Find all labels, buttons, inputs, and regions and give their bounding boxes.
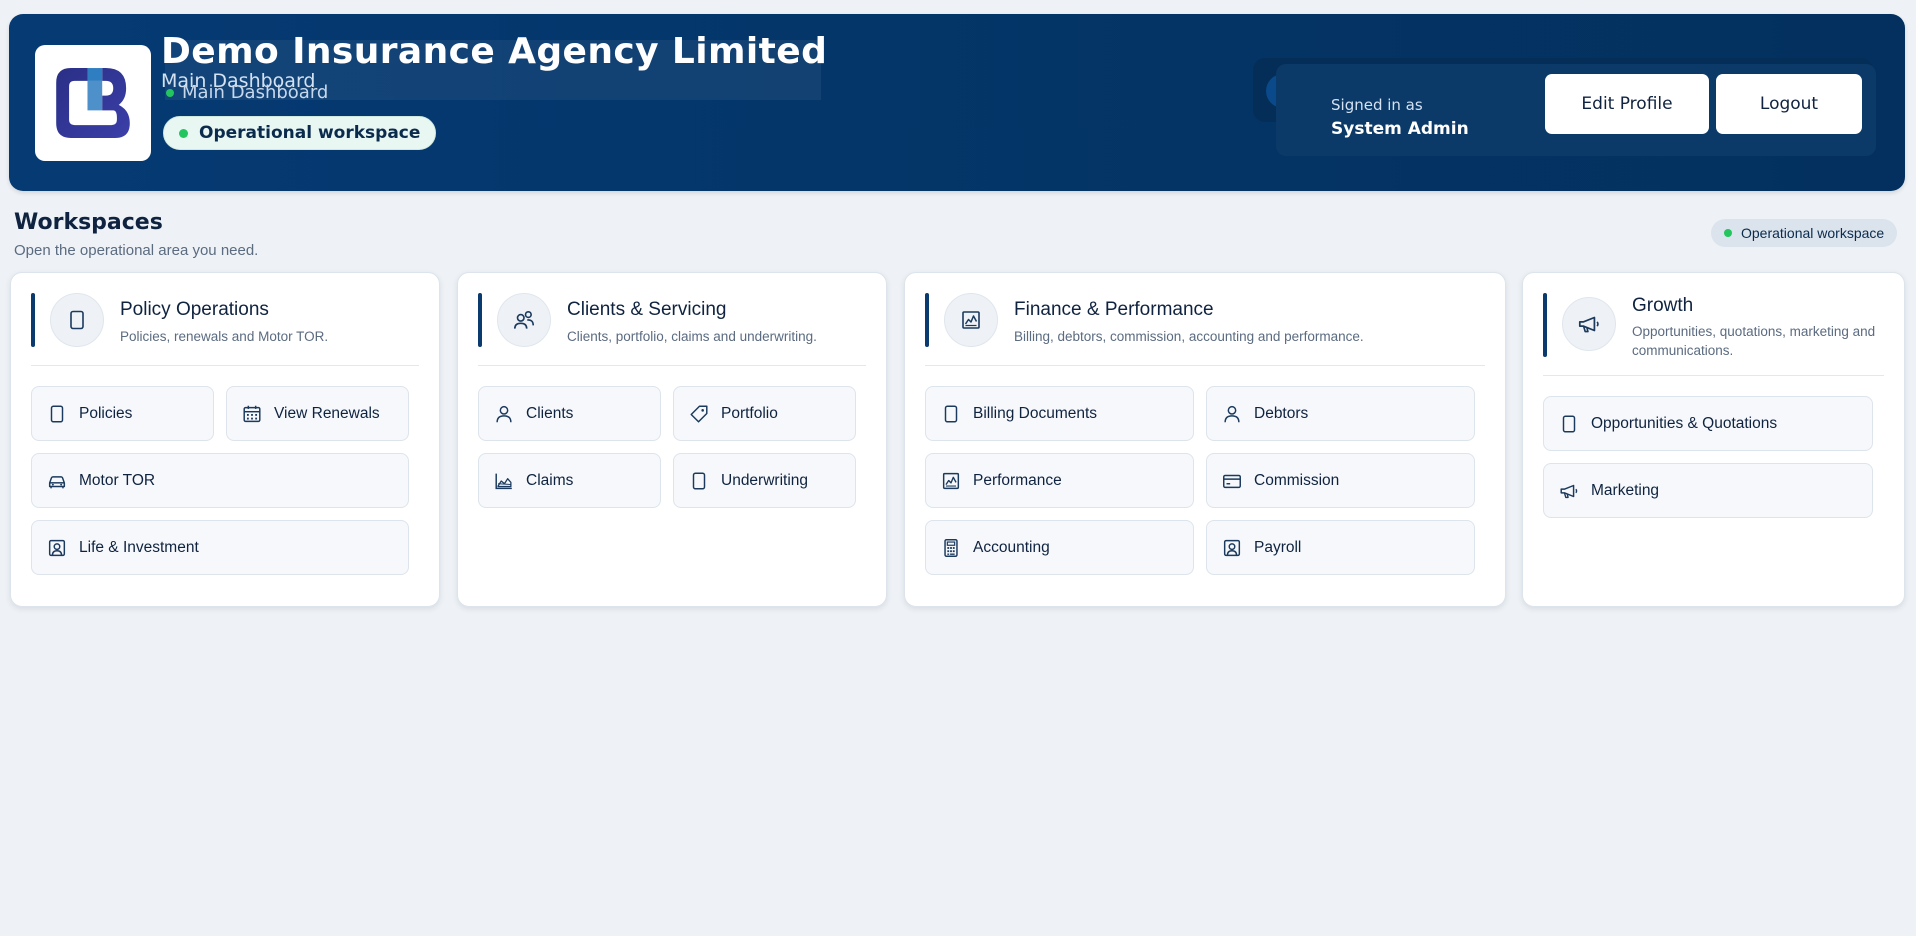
tile-view-renewals[interactable]: View Renewals [226, 386, 409, 441]
section-subtitle: Open the operational area you need. [14, 242, 259, 259]
users-icon [497, 293, 551, 347]
tile-clients[interactable]: Clients [478, 386, 661, 441]
edit-profile-button[interactable]: Edit Profile [1545, 74, 1709, 134]
card-title: Clients & Servicing [567, 299, 727, 320]
card-policy-operations: Policy Operations Policies, renewals and… [10, 272, 440, 607]
tile-label: Motor TOR [79, 471, 156, 489]
tile-debtors[interactable]: Debtors [1206, 386, 1475, 441]
tile-underwriting[interactable]: Underwriting [673, 453, 856, 508]
tile-motor-tor[interactable]: Motor TOR [31, 453, 409, 508]
status-badge-label: Operational workspace [199, 123, 421, 143]
tile-label: Accounting [973, 538, 1050, 556]
card-divider [478, 365, 866, 366]
tile-billing-documents[interactable]: Billing Documents [925, 386, 1194, 441]
tile-opportunities-quotations[interactable]: Opportunities & Quotations [1543, 396, 1873, 451]
document-icon [940, 403, 962, 425]
portrait-icon [46, 537, 68, 559]
tile-label: Marketing [1591, 481, 1660, 499]
card-title: Finance & Performance [1014, 299, 1214, 320]
tile-label: Clients [526, 404, 574, 422]
card-description: Opportunities, quotations, marketing and… [1632, 324, 1876, 358]
tile-life-investment[interactable]: Life & Investment [31, 520, 409, 575]
calendar-icon [241, 403, 263, 425]
chart-icon [944, 293, 998, 347]
tile-accounting[interactable]: Accounting [925, 520, 1194, 575]
tile-label: Opportunities & Quotations [1591, 414, 1778, 432]
tile-label: Debtors [1254, 404, 1309, 422]
portrait-icon [1221, 537, 1243, 559]
card-clients-servicing: Clients & Servicing Clients, portfolio, … [457, 272, 887, 607]
card-title: Policy Operations [120, 299, 269, 320]
tile-label: Performance [973, 471, 1062, 489]
card-accent-bar [925, 293, 929, 347]
tile-label: Payroll [1254, 538, 1302, 556]
card-accent-bar [478, 293, 482, 347]
card-divider [1543, 375, 1884, 376]
document-icon [1558, 413, 1580, 435]
tile-label: View Renewals [274, 404, 380, 422]
tile-label: Billing Documents [973, 404, 1098, 422]
workspace-status-label: Operational workspace [1741, 225, 1885, 241]
status-dot [1724, 229, 1732, 237]
document-icon [46, 403, 68, 425]
tile-label: Commission [1254, 471, 1340, 489]
agency-title: Demo Insurance Agency Limited [161, 31, 828, 72]
credit-card-icon [1221, 470, 1243, 492]
signed-in-label: Signed in as [1331, 96, 1423, 114]
tile-claims[interactable]: Claims [478, 453, 661, 508]
document-icon [50, 293, 104, 347]
card-accent-bar [31, 293, 35, 347]
user-icon [1221, 403, 1243, 425]
tile-label: Policies [79, 404, 133, 422]
page-subtitle-overlay-text: Main Dashboard [182, 82, 329, 103]
card-title: Growth [1632, 295, 1694, 316]
tile-marketing[interactable]: Marketing [1543, 463, 1873, 518]
card-description: Policies, renewals and Motor TOR. [120, 329, 329, 344]
area-chart-icon [493, 470, 515, 492]
card-divider [925, 365, 1485, 366]
page-subtitle-overlay: Main Dashboard [166, 82, 328, 103]
company-logo [35, 45, 151, 161]
megaphone-icon [1562, 297, 1616, 351]
status-dot [166, 88, 174, 97]
tile-commission[interactable]: Commission [1206, 453, 1475, 508]
tile-label: Portfolio [721, 404, 778, 422]
card-divider [31, 365, 419, 366]
calculator-icon [940, 537, 962, 559]
card-finance-performance: Finance & Performance Billing, debtors, … [904, 272, 1506, 607]
card-growth: Growth Opportunities, quotations, market… [1522, 272, 1905, 607]
section-title: Workspaces [14, 210, 163, 235]
status-badge: Operational workspace [163, 116, 437, 150]
logo-icon [56, 68, 130, 138]
card-description: Billing, debtors, commission, accounting… [1014, 329, 1364, 344]
signed-in-user: System Admin [1331, 119, 1469, 139]
tile-payroll[interactable]: Payroll [1206, 520, 1475, 575]
tile-label: Claims [526, 471, 574, 489]
car-icon [46, 470, 68, 492]
workspace-status-badge: Operational workspace [1711, 219, 1897, 247]
tile-performance[interactable]: Performance [925, 453, 1194, 508]
tag-icon [688, 403, 710, 425]
user-icon [493, 403, 515, 425]
chart-icon [940, 470, 962, 492]
card-accent-bar [1543, 293, 1547, 357]
tile-portfolio[interactable]: Portfolio [673, 386, 856, 441]
status-dot [179, 128, 188, 138]
megaphone-icon [1558, 480, 1580, 502]
document-icon [688, 470, 710, 492]
card-description: Clients, portfolio, claims and underwrit… [567, 329, 817, 344]
tile-label: Life & Investment [79, 538, 199, 556]
tile-policies[interactable]: Policies [31, 386, 214, 441]
logout-button[interactable]: Logout [1716, 74, 1862, 134]
tile-label: Underwriting [721, 471, 809, 489]
